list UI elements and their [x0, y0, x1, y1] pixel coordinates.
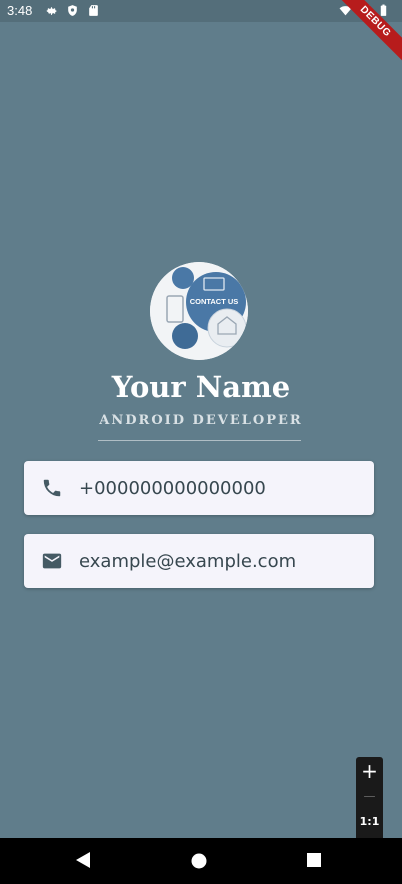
phone-icon	[43, 479, 61, 497]
zoom-reset-button[interactable]: 1:1	[356, 815, 383, 828]
recents-icon[interactable]	[307, 853, 321, 867]
settings-icon	[46, 7, 57, 15]
profile-name: Your Name	[111, 370, 291, 404]
status-bar: 3:48	[0, 0, 402, 22]
zoom-out-button[interactable]: —	[356, 789, 383, 803]
contact-us-illustration: CONTACT US	[150, 262, 248, 360]
email-card[interactable]: example@example.com	[24, 534, 374, 588]
zoom-in-button[interactable]: +	[356, 759, 383, 783]
phone-number: +000000000000000	[79, 477, 266, 499]
avatar-caption: CONTACT US	[190, 297, 239, 306]
phone-card[interactable]: +000000000000000	[24, 461, 374, 515]
avatar: CONTACT US	[150, 262, 248, 360]
shield-icon	[68, 5, 77, 16]
profile-title: ANDROID DEVELOPER	[99, 413, 303, 428]
divider	[98, 440, 301, 441]
home-icon[interactable]	[191, 853, 207, 869]
sd-card-icon	[89, 5, 98, 16]
status-time: 3:48	[7, 3, 33, 18]
nav-bar	[0, 838, 402, 884]
back-icon[interactable]	[75, 851, 91, 869]
email-address: example@example.com	[79, 550, 297, 572]
mail-icon	[42, 553, 62, 569]
